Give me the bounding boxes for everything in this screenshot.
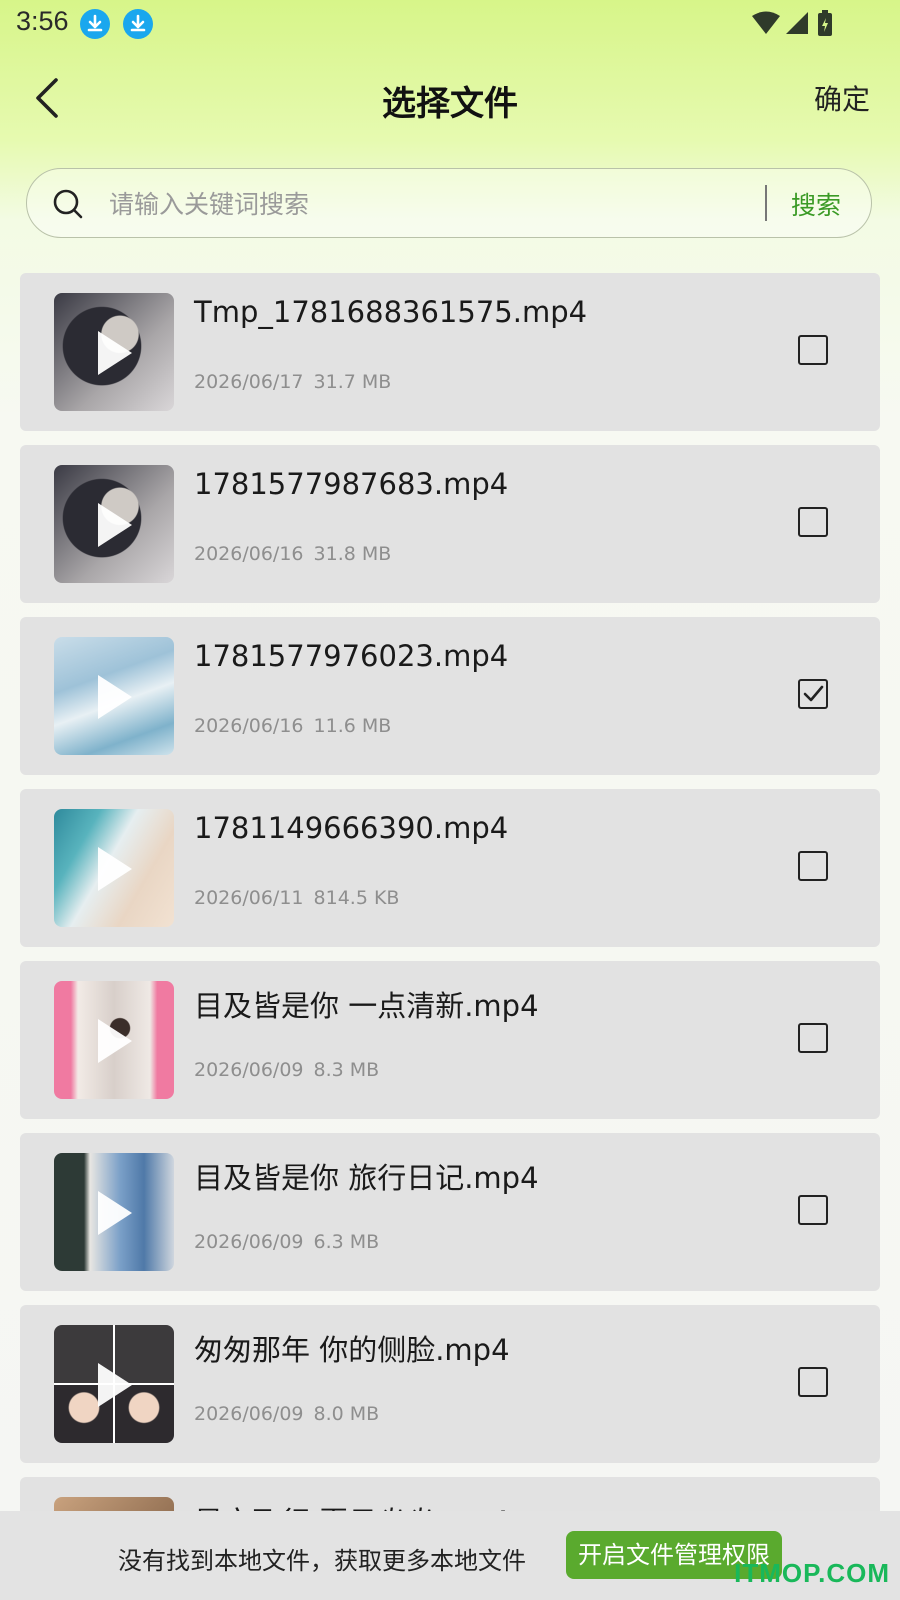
signal-icon: [786, 12, 808, 34]
list-item[interactable]: 目及皆是你 旅行日记.mp4 2026/06/09 6.3 MB: [20, 1133, 880, 1291]
play-icon: [98, 1019, 132, 1063]
status-bar: 3:56: [0, 0, 900, 48]
play-icon: [98, 847, 132, 891]
file-size: 31.8 MB: [313, 543, 392, 565]
play-icon: [98, 503, 132, 547]
video-thumbnail: [54, 1497, 174, 1511]
file-name: 1781577987683.mp4: [194, 467, 509, 501]
video-thumbnail: [54, 981, 174, 1099]
search-divider: [765, 185, 767, 221]
play-icon: [98, 1191, 132, 1235]
list-item[interactable]: 1781577987683.mp4 2026/06/16 31.8 MB: [20, 445, 880, 603]
check-icon: [803, 685, 824, 702]
file-size: 31.7 MB: [313, 371, 392, 393]
wifi-icon: [752, 11, 780, 34]
file-name: 匆匆那年 你的侧脸.mp4: [194, 1333, 510, 1367]
file-date: 2026/06/17: [194, 371, 304, 393]
select-checkbox[interactable]: [798, 1023, 828, 1053]
video-thumbnail: [54, 1325, 174, 1443]
video-thumbnail: [54, 637, 174, 755]
list-item[interactable]: 目及皆是你 一点清新.mp4 2026/06/09 8.3 MB: [20, 961, 880, 1119]
search-button[interactable]: 搜索: [791, 186, 841, 222]
file-list: Tmp_1781688361575.mp4 2026/06/17 31.7 MB …: [20, 273, 880, 1511]
file-meta: 2026/06/09 8.0 MB: [194, 1403, 379, 1425]
header: 选择文件 确定: [0, 48, 900, 148]
file-date: 2026/06/16: [194, 543, 304, 565]
battery-icon: [818, 10, 832, 36]
list-item[interactable]: Tmp_1781688361575.mp4 2026/06/17 31.7 MB: [20, 273, 880, 431]
file-name: 1781149666390.mp4: [194, 811, 509, 845]
file-name: 星空飞行 夏日炎炎.mp4: [194, 1499, 510, 1511]
list-item[interactable]: 星空飞行 夏日炎炎.mp4: [20, 1477, 880, 1511]
search-input[interactable]: [107, 181, 761, 227]
page-title: 选择文件: [382, 84, 518, 124]
status-time: 3:56: [16, 6, 69, 36]
search-icon: [53, 189, 83, 219]
play-icon: [98, 1363, 132, 1407]
file-size: 8.0 MB: [313, 1403, 380, 1425]
select-checkbox[interactable]: [798, 679, 828, 709]
download-icon: [80, 9, 110, 39]
video-thumbnail: [54, 1153, 174, 1271]
file-name: 1781577976023.mp4: [194, 639, 509, 673]
file-date: 2026/06/11: [194, 887, 304, 909]
file-name: 目及皆是你 一点清新.mp4: [194, 989, 539, 1023]
file-size: 11.6 MB: [313, 715, 392, 737]
file-date: 2026/06/09: [194, 1059, 304, 1081]
no-files-message: 没有找到本地文件，获取更多本地文件: [118, 1547, 526, 1575]
file-size: 814.5 KB: [313, 887, 400, 909]
search-bar: 搜索: [26, 168, 872, 238]
file-meta: 2026/06/09 6.3 MB: [194, 1231, 379, 1253]
file-size: 6.3 MB: [313, 1231, 380, 1253]
list-item[interactable]: 1781577976023.mp4 2026/06/16 11.6 MB: [20, 617, 880, 775]
confirm-button[interactable]: 确定: [814, 78, 870, 118]
file-date: 2026/06/16: [194, 715, 304, 737]
play-icon: [98, 331, 132, 375]
file-size: 8.3 MB: [313, 1059, 380, 1081]
watermark: ITMOP.COM: [734, 1558, 890, 1588]
select-checkbox[interactable]: [798, 507, 828, 537]
file-name: Tmp_1781688361575.mp4: [194, 295, 588, 329]
video-thumbnail: [54, 293, 174, 411]
file-meta: 2026/06/16 31.8 MB: [194, 543, 391, 565]
select-checkbox[interactable]: [798, 851, 828, 881]
video-thumbnail: [54, 465, 174, 583]
download-icon: [123, 9, 153, 39]
select-checkbox[interactable]: [798, 335, 828, 365]
file-meta: 2026/06/17 31.7 MB: [194, 371, 391, 393]
select-checkbox[interactable]: [798, 1195, 828, 1225]
file-meta: 2026/06/09 8.3 MB: [194, 1059, 379, 1081]
list-item[interactable]: 1781149666390.mp4 2026/06/11 814.5 KB: [20, 789, 880, 947]
list-item[interactable]: 匆匆那年 你的侧脸.mp4 2026/06/09 8.0 MB: [20, 1305, 880, 1463]
file-date: 2026/06/09: [194, 1231, 304, 1253]
status-icons: [752, 10, 832, 36]
file-meta: 2026/06/16 11.6 MB: [194, 715, 391, 737]
file-name: 目及皆是你 旅行日记.mp4: [194, 1161, 539, 1195]
file-meta: 2026/06/11 814.5 KB: [194, 887, 399, 909]
video-thumbnail: [54, 809, 174, 927]
select-checkbox[interactable]: [798, 1367, 828, 1397]
play-icon: [98, 675, 132, 719]
file-date: 2026/06/09: [194, 1403, 304, 1425]
